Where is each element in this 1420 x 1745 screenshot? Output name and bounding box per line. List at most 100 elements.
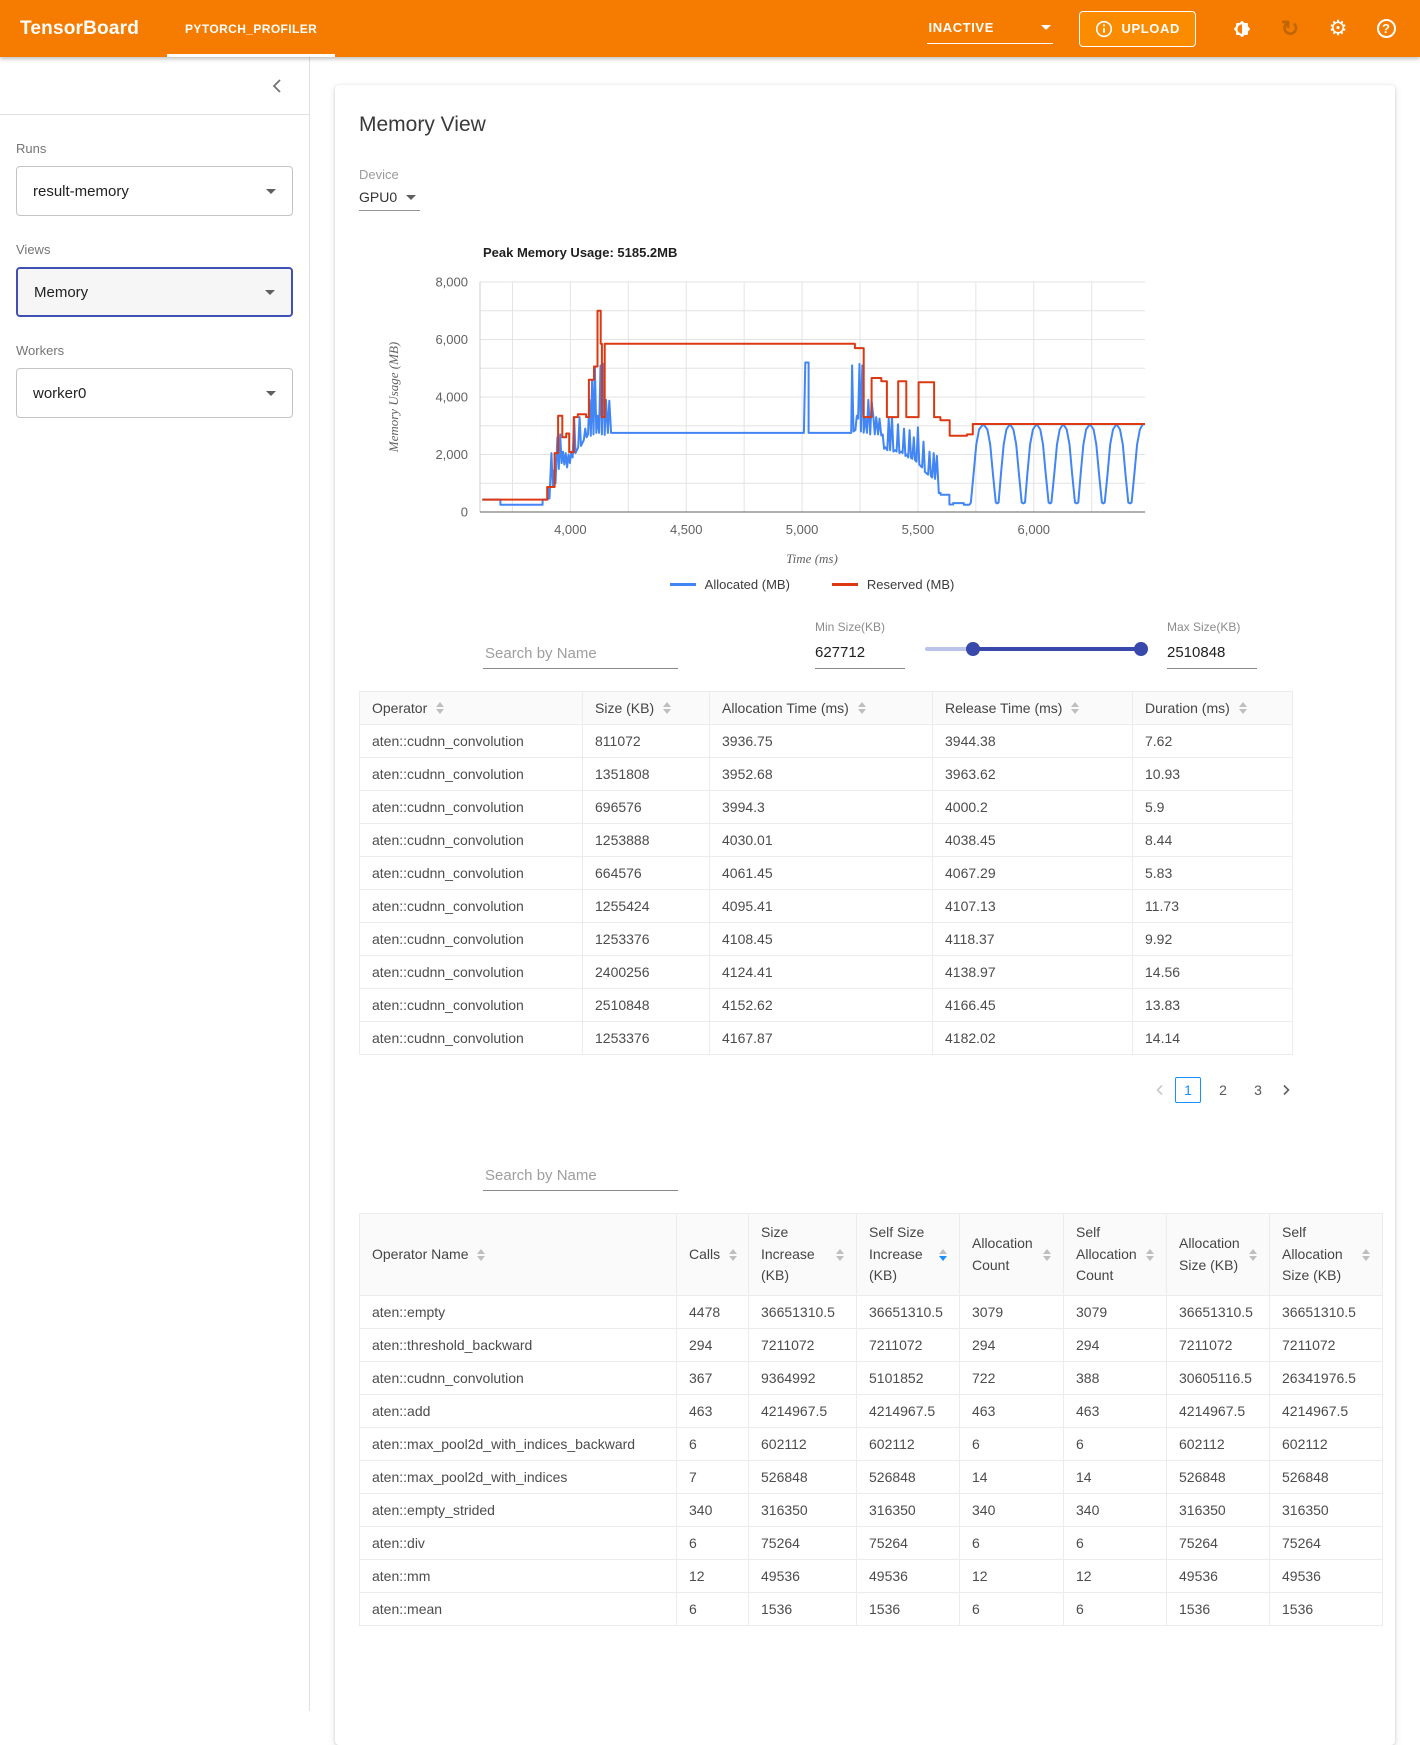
sort-carets-icon[interactable]: [477, 1249, 485, 1261]
pagination-prev[interactable]: [1154, 1083, 1166, 1097]
max-size-input[interactable]: [1167, 644, 1257, 669]
table-row[interactable]: aten::cudnn_convolution36793649925101852…: [360, 1362, 1383, 1395]
table-row[interactable]: aten::max_pool2d_with_indices75268485268…: [360, 1461, 1383, 1494]
column-header[interactable]: Duration (ms): [1133, 692, 1293, 725]
views-select[interactable]: Memory: [16, 267, 293, 317]
tab-pytorch-profiler[interactable]: PYTORCH_PROFILER: [167, 0, 335, 57]
app-header: TensorBoard PYTORCH_PROFILER INACTIVE UP…: [0, 0, 1420, 57]
column-header[interactable]: Self Allocation Count: [1064, 1214, 1167, 1296]
table-cell: 3936.75: [710, 725, 933, 758]
table-row[interactable]: aten::mm12495364953612124953649536: [360, 1560, 1383, 1593]
table-cell: 1536: [749, 1593, 857, 1626]
chart-y-axis-title: Memory Usage (MB): [386, 342, 401, 453]
legend-swatch: [832, 583, 858, 586]
dark-mode-toggle[interactable]: [1231, 18, 1253, 40]
table-row[interactable]: aten::cudnn_convolution6645764061.454067…: [360, 857, 1293, 890]
app-title: TensorBoard: [0, 18, 167, 40]
help-button[interactable]: ?: [1375, 18, 1397, 40]
device-select[interactable]: GPU0: [359, 187, 420, 211]
table-cell: aten::mm: [360, 1560, 677, 1593]
table-row[interactable]: aten::empty_strided340316350316350340340…: [360, 1494, 1383, 1527]
table-cell: 4167.87: [710, 1022, 933, 1055]
pagination: 123: [359, 1077, 1292, 1103]
pagination-page-2[interactable]: 2: [1210, 1077, 1236, 1103]
upload-button[interactable]: UPLOAD: [1079, 11, 1197, 47]
column-header[interactable]: Allocation Size (KB): [1167, 1214, 1270, 1296]
memory-statistics-table: Operator NameCallsSize Increase (KB)Self…: [359, 1213, 1383, 1626]
sort-carets-icon[interactable]: [1249, 1249, 1257, 1261]
slider-handle-max[interactable]: [1134, 642, 1148, 656]
column-header[interactable]: Size (KB): [583, 692, 710, 725]
stats-search-input[interactable]: [483, 1161, 678, 1191]
status-dropdown[interactable]: INACTIVE: [927, 14, 1053, 44]
table-cell: 75264: [749, 1527, 857, 1560]
table-row[interactable]: aten::cudnn_convolution13518083952.68396…: [360, 758, 1293, 791]
table-row[interactable]: aten::threshold_backward2947211072721107…: [360, 1329, 1383, 1362]
column-header-label: Calls: [689, 1244, 720, 1266]
table-row[interactable]: aten::cudnn_convolution25108484152.62416…: [360, 989, 1293, 1022]
table-cell: 12: [677, 1560, 749, 1593]
table-cell: 6: [677, 1593, 749, 1626]
status-label: INACTIVE: [929, 20, 994, 35]
table-row[interactable]: aten::cudnn_convolution12554244095.41410…: [360, 890, 1293, 923]
runs-select[interactable]: result-memory: [16, 166, 293, 216]
sort-carets-icon[interactable]: [1362, 1249, 1370, 1261]
collapse-sidebar-icon[interactable]: [271, 77, 283, 95]
column-header-label: Operator: [372, 700, 427, 716]
sort-carets-icon[interactable]: [939, 1249, 947, 1261]
table-cell: 2400256: [583, 956, 710, 989]
search-input[interactable]: [483, 639, 678, 669]
table-cell: 602112: [1167, 1428, 1270, 1461]
table-cell: 36651310.5: [857, 1296, 960, 1329]
pagination-next[interactable]: [1280, 1083, 1292, 1097]
column-header[interactable]: Size Increase (KB): [749, 1214, 857, 1296]
legend-item: Allocated (MB): [670, 577, 790, 592]
sort-carets-icon[interactable]: [836, 1249, 844, 1261]
table-row[interactable]: aten::cudnn_convolution8110723936.753944…: [360, 725, 1293, 758]
column-header[interactable]: Operator Name: [360, 1214, 677, 1296]
table-row[interactable]: aten::add4634214967.54214967.54634634214…: [360, 1395, 1383, 1428]
column-header[interactable]: Self Allocation Size (KB): [1270, 1214, 1383, 1296]
table-row[interactable]: aten::cudnn_convolution24002564124.41413…: [360, 956, 1293, 989]
sort-carets-icon[interactable]: [858, 702, 866, 714]
header-controls: INACTIVE UPLOAD ↻ ⚙: [927, 11, 1420, 47]
x-tick-label: 5,500: [902, 522, 935, 537]
table-row[interactable]: aten::mean6153615366615361536: [360, 1593, 1383, 1626]
chart-plot-area: 02,0004,0006,0008,0004,0004,5005,0005,50…: [380, 272, 1371, 549]
upload-label: UPLOAD: [1122, 21, 1181, 36]
column-header[interactable]: Allocation Count: [960, 1214, 1064, 1296]
table-row[interactable]: aten::cudnn_convolution12533764167.87418…: [360, 1022, 1293, 1055]
table-row[interactable]: aten::max_pool2d_with_indices_backward66…: [360, 1428, 1383, 1461]
min-size-input[interactable]: [815, 644, 905, 669]
sidebar: Runs result-memory Views Memory Workers …: [0, 57, 310, 1711]
pagination-page-3[interactable]: 3: [1245, 1077, 1271, 1103]
size-range-slider[interactable]: [925, 642, 1145, 656]
workers-select[interactable]: worker0: [16, 368, 293, 418]
sort-carets-icon[interactable]: [1043, 1249, 1051, 1261]
reload-button[interactable]: ↻: [1279, 18, 1301, 40]
column-header[interactable]: Self Size Increase (KB): [857, 1214, 960, 1296]
column-header[interactable]: Allocation Time (ms): [710, 692, 933, 725]
pagination-page-1[interactable]: 1: [1175, 1077, 1201, 1103]
table-row[interactable]: aten::empty447836651310.536651310.530793…: [360, 1296, 1383, 1329]
table-row[interactable]: aten::cudnn_convolution12533764108.45411…: [360, 923, 1293, 956]
table-cell: 6: [1064, 1527, 1167, 1560]
column-header[interactable]: Release Time (ms): [933, 692, 1133, 725]
table-row[interactable]: aten::cudnn_convolution12538884030.01403…: [360, 824, 1293, 857]
settings-button[interactable]: ⚙: [1327, 18, 1349, 40]
sort-carets-icon[interactable]: [1071, 702, 1079, 714]
sort-carets-icon[interactable]: [436, 702, 444, 714]
table-cell: aten::max_pool2d_with_indices_backward: [360, 1428, 677, 1461]
column-header[interactable]: Calls: [677, 1214, 749, 1296]
sort-carets-icon[interactable]: [729, 1249, 737, 1261]
table-cell: 1536: [1270, 1593, 1383, 1626]
column-header[interactable]: Operator: [360, 692, 583, 725]
slider-handle-min[interactable]: [966, 642, 980, 656]
slider-fill: [973, 647, 1140, 651]
sort-carets-icon[interactable]: [1146, 1249, 1154, 1261]
table-cell: 340: [677, 1494, 749, 1527]
table-row[interactable]: aten::div67526475264667526475264: [360, 1527, 1383, 1560]
table-row[interactable]: aten::cudnn_convolution6965763994.34000.…: [360, 791, 1293, 824]
sort-carets-icon[interactable]: [663, 702, 671, 714]
sort-carets-icon[interactable]: [1239, 702, 1247, 714]
